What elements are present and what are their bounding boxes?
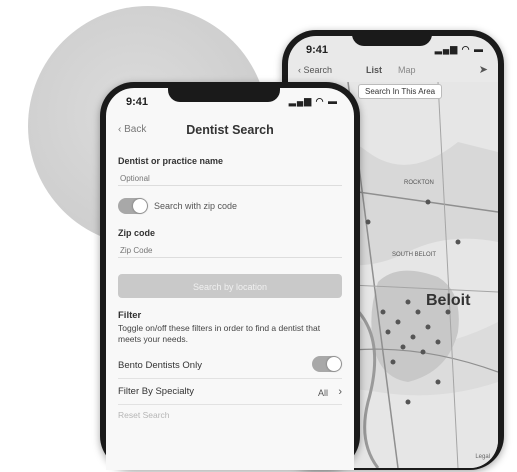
status-time: 9:41 xyxy=(126,96,149,108)
specialty-value[interactable]: All xyxy=(318,388,328,398)
map-back-search-link[interactable]: ‹ Search xyxy=(298,65,332,75)
map-phone-notch xyxy=(352,30,432,46)
tab-list[interactable]: List xyxy=(366,65,382,75)
zip-code-toggle[interactable] xyxy=(118,198,148,214)
name-input[interactable] xyxy=(118,168,342,186)
zip-field-label: Zip code xyxy=(118,228,156,238)
reset-search-link[interactable]: Reset Search xyxy=(118,410,170,420)
page-title: Dentist Search xyxy=(186,123,274,137)
filter-specialty-label[interactable]: Filter By Specialty xyxy=(118,386,194,397)
toggle-knob xyxy=(133,199,147,213)
search-phone-notch xyxy=(168,82,280,102)
filter-description: Toggle on/off these filters in order to … xyxy=(118,323,321,344)
zip-code-input[interactable] xyxy=(118,240,342,258)
filter-section-title: Filter xyxy=(118,310,142,321)
bento-dentists-label: Bento Dentists Only xyxy=(118,360,202,371)
search-by-location-button[interactable]: Search by location xyxy=(118,274,342,298)
map-top-bar: ‹ Search List Map ➤ xyxy=(288,60,498,82)
search-screen: 9:41 ▂▄▆ ◠ ▬ ‹ Back Dentist Search Denti… xyxy=(106,88,354,470)
map-status-icons: ▂▄▆ ◠ ▬ xyxy=(434,44,484,54)
status-icons: ▂▄▆ ◠ ▬ xyxy=(288,96,338,106)
chevron-right-icon[interactable]: › xyxy=(338,386,342,398)
map-place-label: SOUTH BELOIT xyxy=(392,252,437,258)
bento-dentists-toggle[interactable] xyxy=(312,356,342,372)
map-legal-link[interactable]: Legal xyxy=(475,454,490,460)
nav-bar: ‹ Back Dentist Search xyxy=(106,116,354,144)
map-status-time: 9:41 xyxy=(306,44,329,56)
name-field-label: Dentist or practice name xyxy=(118,156,224,166)
tab-map[interactable]: Map xyxy=(398,65,416,75)
divider xyxy=(118,378,342,379)
map-place-label: ROCKTON xyxy=(404,180,434,186)
map-city-label: Beloit xyxy=(426,292,471,309)
location-arrow-icon[interactable]: ➤ xyxy=(479,63,488,76)
search-in-area-button[interactable]: Search In This Area xyxy=(358,84,443,99)
toggle-knob xyxy=(327,357,341,371)
search-phone: 9:41 ▂▄▆ ◠ ▬ ‹ Back Dentist Search Denti… xyxy=(100,82,360,470)
zip-toggle-label: Search with zip code xyxy=(154,201,238,211)
divider xyxy=(118,404,342,405)
